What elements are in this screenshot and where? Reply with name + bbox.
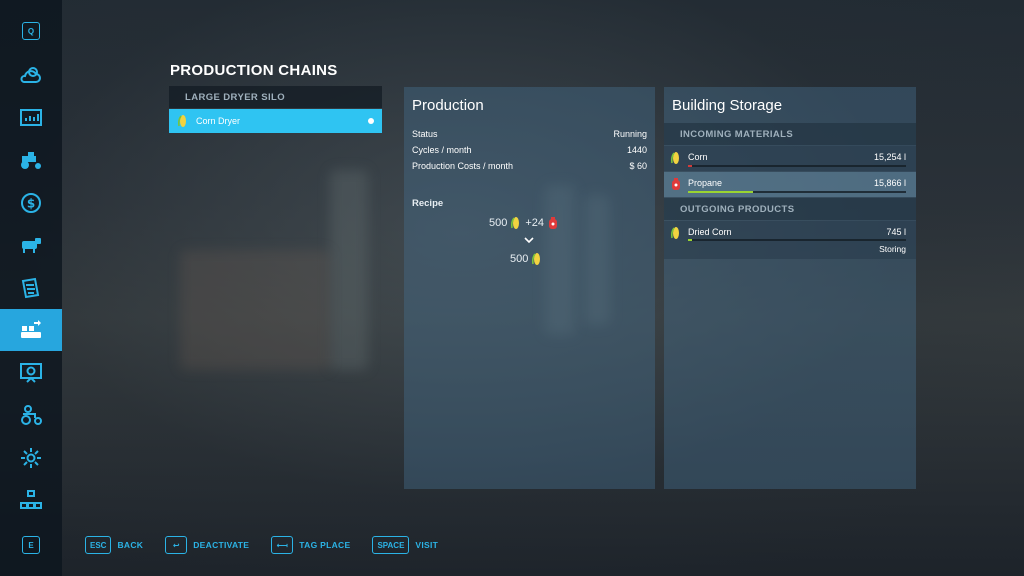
deactivate-button[interactable]: ↩ DEACTIVATE bbox=[165, 535, 249, 555]
sidebar-item-vehicles[interactable] bbox=[0, 139, 62, 181]
list-item-corn-dryer[interactable]: Corn Dryer bbox=[169, 109, 382, 133]
tag-place-button[interactable]: ⟻ TAG PLACE bbox=[271, 535, 350, 555]
statistics-icon bbox=[20, 109, 42, 126]
incoming-header: INCOMING MATERIALS bbox=[664, 123, 916, 145]
propane-icon bbox=[549, 217, 558, 229]
visit-label: VISIT bbox=[415, 540, 439, 550]
recipe-inputs: 500 +24 bbox=[489, 216, 559, 230]
weather-icon bbox=[20, 67, 41, 83]
storage-panel: Building Storage INCOMING MATERIALS Corn… bbox=[664, 87, 916, 489]
outgoing-header: OUTGOING PRODUCTS bbox=[664, 198, 916, 220]
back-button[interactable]: ESC BACK bbox=[85, 535, 143, 555]
footer-hints: ESC BACK ↩ DEACTIVATE ⟻ TAG PLACE SPACE … bbox=[85, 535, 438, 555]
propane-icon bbox=[672, 178, 680, 190]
sidebar-item-finances[interactable]: $ bbox=[0, 182, 62, 224]
cycles-label: Cycles / month bbox=[412, 145, 472, 155]
status-value: Running bbox=[613, 129, 647, 139]
sidebar-item-weather[interactable] bbox=[0, 54, 62, 96]
production-title: Production bbox=[412, 97, 484, 114]
fill-bar-level bbox=[688, 191, 754, 193]
material-name: Dried Corn bbox=[688, 227, 732, 237]
sidebar-item-hierarchy[interactable] bbox=[0, 479, 62, 521]
corn-icon bbox=[511, 217, 520, 229]
visit-button[interactable]: SPACE VISIT bbox=[372, 535, 438, 555]
contracts-icon bbox=[21, 277, 40, 299]
active-dot-icon bbox=[368, 118, 374, 124]
sidebar-next-key[interactable]: E bbox=[0, 524, 62, 566]
finances-icon: $ bbox=[21, 193, 41, 213]
material-name: Corn bbox=[688, 152, 708, 162]
fill-bar bbox=[688, 239, 906, 241]
storage-title: Building Storage bbox=[672, 97, 783, 114]
costs-row: Production Costs / month $ 60 bbox=[412, 161, 647, 171]
cycles-row: Cycles / month 1440 bbox=[412, 145, 647, 155]
costs-value: $ 60 bbox=[629, 161, 647, 171]
recipe-input-propane-amount: +24 bbox=[525, 217, 545, 229]
esc-key-icon: ESC bbox=[85, 536, 112, 554]
recipe-input-corn-amount: 500 bbox=[489, 217, 508, 229]
production-panel: Production Status Running Cycles / month… bbox=[404, 87, 655, 489]
production-icon bbox=[21, 320, 41, 338]
sidebar-item-garage[interactable] bbox=[0, 394, 62, 436]
page-title: PRODUCTION CHAINS bbox=[170, 62, 338, 79]
material-amount: 745 l bbox=[886, 227, 906, 237]
fill-bar bbox=[688, 165, 906, 167]
hierarchy-icon bbox=[20, 490, 42, 509]
space-key-icon: SPACE bbox=[372, 536, 410, 554]
back-label: BACK bbox=[117, 540, 144, 550]
dried-corn-icon bbox=[532, 253, 541, 265]
incoming-item-propane[interactable]: Propane 15,866 l bbox=[664, 172, 916, 197]
e-key-icon: E bbox=[22, 536, 40, 554]
costs-label: Production Costs / month bbox=[412, 161, 514, 171]
corn-icon bbox=[177, 115, 186, 127]
deactivate-label: DEACTIVATE bbox=[193, 540, 250, 550]
corn-icon bbox=[670, 152, 679, 164]
material-amount: 15,254 l bbox=[873, 152, 906, 162]
vehicles-icon bbox=[21, 152, 41, 169]
recipe-label: Recipe bbox=[412, 198, 444, 209]
fill-bar-level bbox=[688, 239, 693, 241]
svg-text:$: $ bbox=[27, 197, 35, 211]
production-point-header: LARGE DRYER SILO bbox=[169, 86, 382, 108]
status-label: Status bbox=[412, 129, 438, 139]
fill-bar-level bbox=[688, 165, 693, 167]
sidebar-item-contracts[interactable] bbox=[0, 267, 62, 309]
enter-key-icon: ↩ bbox=[165, 536, 188, 554]
material-status: Storing bbox=[879, 244, 906, 254]
background-building bbox=[180, 250, 330, 370]
list-item-label: Corn Dryer bbox=[196, 116, 241, 126]
backspace-key-icon: ⟻ bbox=[271, 536, 294, 554]
sidebar-item-statistics[interactable] bbox=[0, 97, 62, 139]
settings-icon bbox=[21, 448, 41, 468]
q-key-icon: Q bbox=[22, 22, 40, 40]
sidebar-item-animals[interactable] bbox=[0, 224, 62, 266]
help-icon bbox=[20, 363, 42, 383]
animals-icon bbox=[22, 238, 41, 253]
sidebar-item-help[interactable] bbox=[0, 352, 62, 394]
material-name: Propane bbox=[688, 178, 723, 188]
cycles-value: 1440 bbox=[626, 145, 647, 155]
background-silo bbox=[330, 170, 368, 370]
sidebar-item-settings[interactable] bbox=[0, 437, 62, 479]
garage-icon bbox=[21, 405, 42, 425]
tag-place-label: TAG PLACE bbox=[299, 540, 351, 550]
recipe-arrow-icon bbox=[523, 232, 535, 250]
status-row: Status Running bbox=[412, 129, 647, 139]
incoming-item-corn[interactable]: Corn 15,254 l bbox=[664, 146, 916, 171]
sidebar: Q $ E bbox=[0, 0, 62, 576]
dried-corn-icon bbox=[670, 227, 679, 239]
recipe-output-amount: 500 bbox=[510, 253, 529, 265]
recipe-output: 500 bbox=[510, 252, 543, 266]
sidebar-prev-key[interactable]: Q bbox=[0, 10, 62, 52]
outgoing-item-dried-corn[interactable]: Dried Corn 745 l Storing bbox=[664, 221, 916, 259]
fill-bar bbox=[688, 191, 906, 193]
material-amount: 15,866 l bbox=[873, 178, 906, 188]
sidebar-item-production[interactable] bbox=[0, 309, 62, 351]
